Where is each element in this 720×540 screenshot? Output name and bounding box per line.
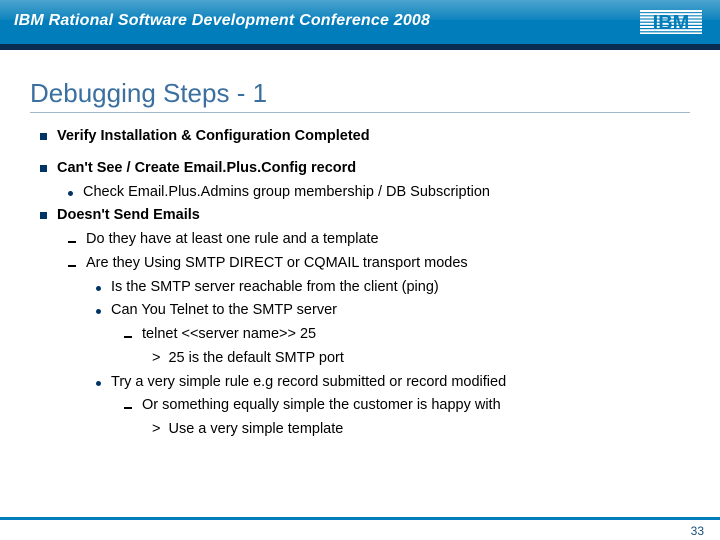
square-bullet-icon [40, 133, 47, 140]
bullet-text: Verify Installation & Configuration Comp… [57, 126, 370, 148]
bullet-level0: Can't See / Create Email.Plus.Config rec… [40, 158, 680, 180]
bullet-text: Try a very simple rule e.g record submit… [111, 372, 506, 394]
bullet-level0: Verify Installation & Configuration Comp… [40, 126, 680, 148]
bullet-level2: Is the SMTP server reachable from the cl… [96, 277, 680, 299]
square-bullet-icon [40, 165, 47, 172]
bullet-level3: telnet <<server name>> 25 [124, 324, 680, 346]
bullet-text: Check Email.Plus.Admins group membership… [83, 182, 490, 204]
content-body: Verify Installation & Configuration Comp… [40, 126, 680, 443]
bullet-level4: > 25 is the default SMTP port [152, 348, 680, 370]
bullet-text: Can't See / Create Email.Plus.Config rec… [57, 158, 356, 180]
banner-underline [0, 44, 720, 50]
bullet-level4: > Use a very simple template [152, 419, 680, 441]
dash-bullet-icon [68, 241, 76, 243]
title-rule [30, 112, 690, 113]
angle-bullet-icon: > [152, 419, 160, 441]
footer-bar [0, 517, 720, 520]
bullet-level2: Try a very simple rule e.g record submit… [96, 372, 680, 394]
bullet-text: Use a very simple template [168, 419, 343, 441]
bullet-level1-dash: Are they Using SMTP DIRECT or CQMAIL tra… [68, 253, 680, 275]
bullet-text: Do they have at least one rule and a tem… [86, 229, 379, 251]
bullet-text: Or something equally simple the customer… [142, 395, 501, 417]
bullet-text: telnet <<server name>> 25 [142, 324, 316, 346]
svg-text:IBM: IBM [653, 12, 690, 34]
bullet-level3: Or something equally simple the customer… [124, 395, 680, 417]
dash-bullet-icon [68, 265, 76, 267]
bullet-level2: Can You Telnet to the SMTP server [96, 300, 680, 322]
angle-bullet-icon: > [152, 348, 160, 370]
page-title: Debugging Steps - 1 [30, 78, 267, 109]
dash-bullet-icon [124, 336, 132, 338]
bullet-level1: Check Email.Plus.Admins group membership… [68, 182, 680, 204]
bullet-text: Are they Using SMTP DIRECT or CQMAIL tra… [86, 253, 468, 275]
dot-bullet-icon [68, 191, 73, 196]
bullet-text: Doesn't Send Emails [57, 205, 200, 227]
header-banner: IBM Rational Software Development Confer… [0, 0, 720, 44]
dot-bullet-icon [96, 309, 101, 314]
bullet-text: Is the SMTP server reachable from the cl… [111, 277, 439, 299]
dot-bullet-icon [96, 286, 101, 291]
bullet-text: Can You Telnet to the SMTP server [111, 300, 337, 322]
bullet-text: 25 is the default SMTP port [168, 348, 343, 370]
page-number: 33 [691, 524, 704, 538]
ibm-logo: IBM [640, 10, 702, 34]
bullet-level1-dash: Do they have at least one rule and a tem… [68, 229, 680, 251]
slide: IBM Rational Software Development Confer… [0, 0, 720, 540]
dash-bullet-icon [124, 407, 132, 409]
square-bullet-icon [40, 212, 47, 219]
banner-title: IBM Rational Software Development Confer… [14, 12, 430, 30]
dot-bullet-icon [96, 381, 101, 386]
bullet-level0: Doesn't Send Emails [40, 205, 680, 227]
